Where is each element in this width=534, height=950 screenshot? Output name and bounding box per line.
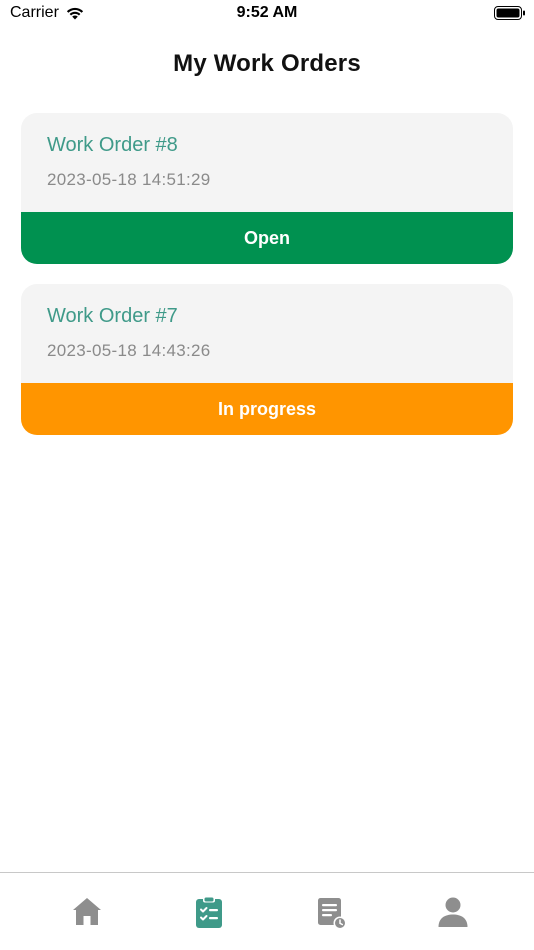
battery-icon: [494, 6, 525, 20]
tab-history[interactable]: [270, 873, 392, 950]
status-time: 9:52 AM: [236, 4, 298, 21]
work-order-date: 2023-05-18 14:43:26: [47, 341, 211, 360]
work-order-card[interactable]: Work Order #8 2023-05-18 14:51:29 Open: [21, 113, 513, 264]
work-order-title: Work Order #8: [47, 134, 178, 156]
document-history-icon: [318, 898, 347, 929]
work-order-status-badge: In progress: [21, 383, 513, 435]
clipboard-checklist-icon: [196, 896, 222, 928]
page-title: My Work Orders: [173, 50, 361, 77]
status-bar: Carrier 9:52 AM: [0, 0, 534, 28]
work-order-status-badge: Open: [21, 212, 513, 264]
work-order-card[interactable]: Work Order #7 2023-05-18 14:43:26 In pro…: [21, 284, 513, 435]
home-icon: [73, 898, 101, 925]
tab-profile[interactable]: [392, 873, 514, 950]
work-order-title: Work Order #7: [47, 305, 178, 327]
tab-bar: [0, 872, 534, 950]
work-order-list: Work Order #8 2023-05-18 14:51:29 Open W…: [21, 113, 513, 455]
tab-work-orders[interactable]: [148, 873, 270, 950]
work-order-date: 2023-05-18 14:51:29: [47, 170, 211, 189]
person-icon: [438, 897, 468, 927]
tab-home[interactable]: [26, 873, 148, 950]
